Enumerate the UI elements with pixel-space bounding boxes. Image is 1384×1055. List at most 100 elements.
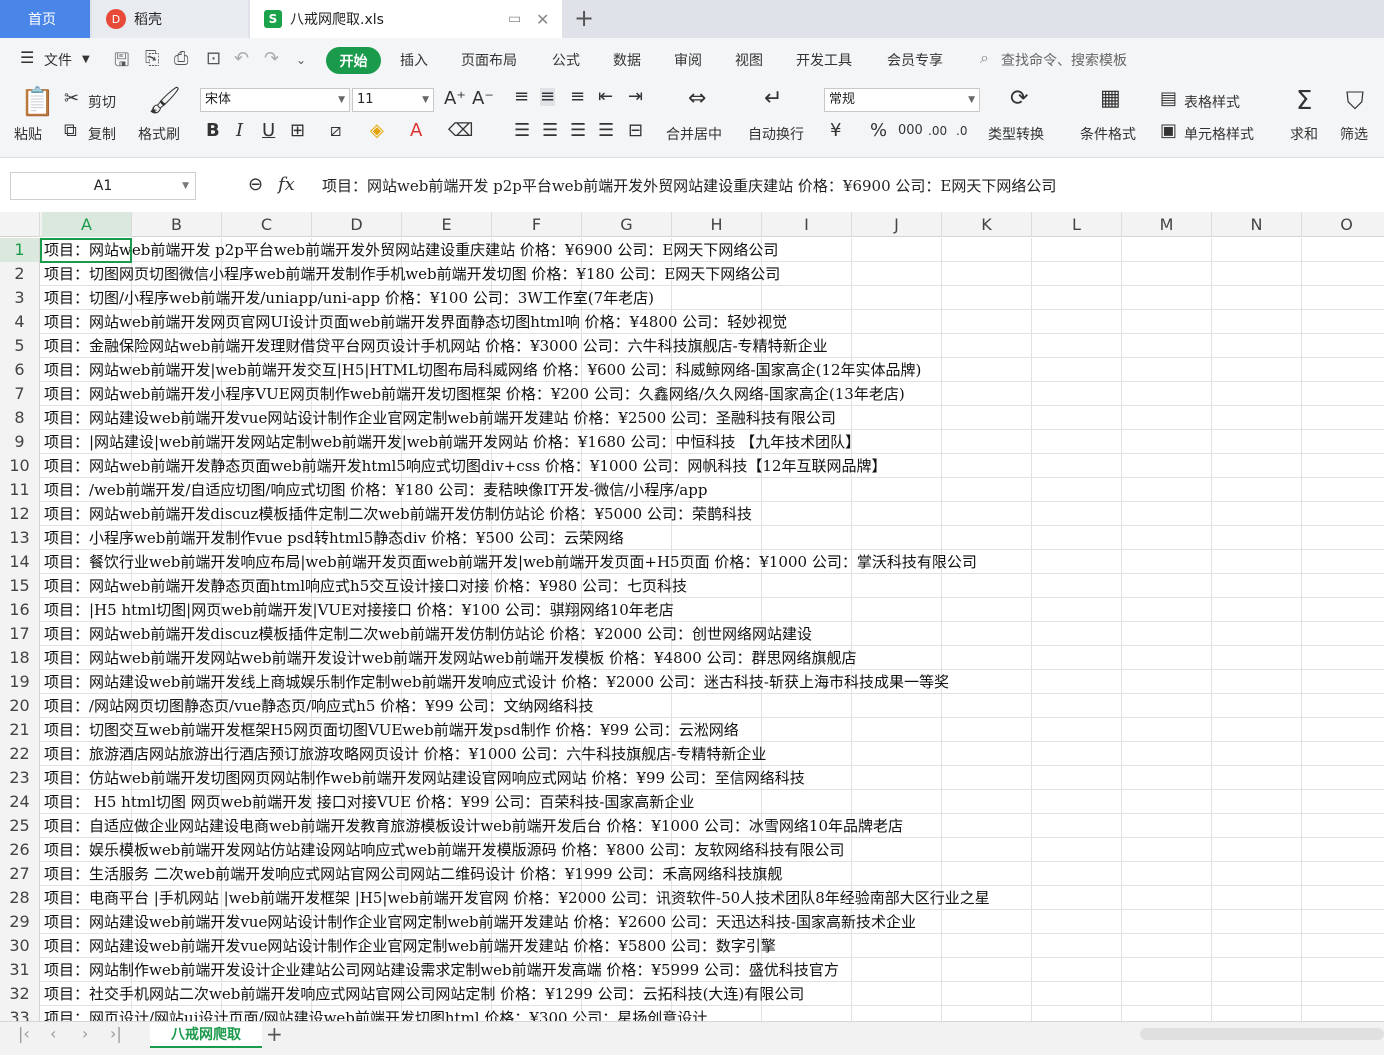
preview-icon[interactable]: ⊡ (206, 48, 221, 69)
column-header[interactable]: L (1032, 212, 1122, 237)
brush-icon[interactable]: 🖌 (148, 88, 181, 114)
name-box[interactable]: A1 ▼ (10, 172, 196, 200)
cell-style-icon[interactable]: ⧄ (330, 122, 341, 140)
row-header[interactable]: 6 (0, 358, 40, 382)
menu-file[interactable]: 文件 (44, 50, 72, 70)
cell-text[interactable]: 项目：/web前端开发/自适应切图/响应式切图 价格：¥180 公司：麦秸映像I… (44, 478, 707, 502)
column-header[interactable]: H (672, 212, 762, 237)
undo-icon[interactable]: ↶ (234, 48, 249, 69)
column-header[interactable]: N (1212, 212, 1302, 237)
tab-review[interactable]: 审阅 (674, 50, 702, 70)
save-icon[interactable]: 🖫 (114, 48, 129, 78)
cell-text[interactable]: 项目：电商平台 |手机网站 |web前端开发框架 |H5|web前端开发官网 价… (44, 886, 990, 910)
row-header[interactable]: 1 (0, 238, 40, 262)
conditional-format-icon[interactable]: ▦ (1100, 88, 1121, 110)
cell-text[interactable]: 项目：网站web前端开发静态页面html响应式h5交互设计接口对接 价格：¥98… (44, 574, 687, 598)
indent-increase-icon[interactable]: ⇥ (628, 88, 643, 106)
row-header[interactable]: 20 (0, 694, 40, 718)
cell-text[interactable]: 项目：|网站建设|web前端开发网站定制web前端开发|web前端开发网站 价格… (44, 430, 860, 454)
cell-text[interactable]: 项目：餐饮行业web前端开发响应布局|web前端开发页面web前端开发|web前… (44, 550, 977, 574)
zoom-icon[interactable]: ⊖ (248, 176, 263, 194)
window-icon[interactable]: ▭ (508, 11, 521, 27)
italic-icon[interactable]: I (236, 122, 243, 140)
row-header[interactable]: 4 (0, 310, 40, 334)
cell-text[interactable]: 项目：网站建设web前端开发vue网站设计制作企业官网定制web前端开发建站 价… (44, 910, 916, 934)
next-sheet-icon[interactable]: › (82, 1024, 88, 1043)
tab-data[interactable]: 数据 (613, 50, 641, 70)
row-header[interactable]: 18 (0, 646, 40, 670)
formula-input[interactable]: 项目：网站web前端开发 p2p平台web前端开发外贸网站建设重庆建站 价格：¥… (322, 175, 1056, 196)
column-header[interactable]: B (132, 212, 222, 237)
row-header[interactable]: 14 (0, 550, 40, 574)
row-header[interactable]: 24 (0, 790, 40, 814)
cell-text[interactable]: 项目：网页设计/网站ui设计页面/网站建设web前端开发切图html 价格：¥3… (44, 1006, 707, 1021)
table-style-button[interactable]: 表格样式 (1184, 92, 1240, 112)
last-sheet-icon[interactable]: ›| (110, 1024, 122, 1043)
column-header[interactable]: J (852, 212, 942, 237)
add-sheet-icon[interactable]: + (266, 1022, 283, 1046)
cell-style-button[interactable]: 单元格样式 (1184, 124, 1254, 144)
underline-icon[interactable]: U (262, 122, 275, 140)
first-sheet-icon[interactable]: |‹ (18, 1024, 30, 1043)
row-header[interactable]: 26 (0, 838, 40, 862)
cell-text[interactable]: 项目：网站web前端开发小程序VUE网页制作web前端开发切图框架 价格：¥20… (44, 382, 905, 406)
distribute-icon[interactable]: ⊟ (628, 122, 643, 140)
row-header[interactable]: 22 (0, 742, 40, 766)
currency-icon[interactable]: ¥ (830, 122, 841, 140)
cell-text[interactable]: 项目：社交手机网站二次web前端开发响应式网站官网公司网站定制 价格：¥1299… (44, 982, 804, 1006)
cell-text[interactable]: 项目：网站web前端开发静态页面web前端开发html5响应式切图div+css… (44, 454, 886, 478)
border-icon[interactable]: ⊞ (290, 122, 305, 140)
align-left-icon[interactable]: ☰ (514, 122, 530, 140)
selected-cell-a1[interactable] (40, 238, 132, 263)
bold-icon[interactable]: B (206, 122, 220, 140)
cell-text[interactable]: 项目：网站web前端开发网站web前端开发设计web前端开发网站web前端开发模… (44, 646, 857, 670)
type-convert-icon[interactable]: ⟳ (1010, 88, 1028, 110)
search-icon[interactable]: ⌕ (980, 48, 989, 68)
close-icon[interactable]: ✕ (536, 10, 549, 29)
row-header[interactable]: 13 (0, 526, 40, 550)
clear-format-icon[interactable]: ⌫ (448, 122, 473, 140)
row-header[interactable]: 2 (0, 262, 40, 286)
row-header[interactable]: 28 (0, 886, 40, 910)
cell-text[interactable]: 项目：网站制作web前端开发设计企业建站公司网站建设需求定制web前端开发高端 … (44, 958, 839, 982)
row-header[interactable]: 7 (0, 382, 40, 406)
font-grow-icon[interactable]: A⁺ (444, 90, 466, 108)
column-header[interactable]: E (402, 212, 492, 237)
align-middle-icon[interactable]: ≡ (540, 88, 556, 106)
row-header[interactable]: 23 (0, 766, 40, 790)
row-header[interactable]: 33 (0, 1006, 40, 1021)
number-format-select[interactable]: 常规 ▼ (824, 88, 980, 112)
row-header[interactable]: 21 (0, 718, 40, 742)
sum-icon[interactable]: Σ (1296, 88, 1312, 114)
chevron-down-icon[interactable]: ▼ (82, 54, 90, 65)
cell-text[interactable]: 项目：切图/小程序web前端开发/uniapp/uni-app 价格：¥100 … (44, 286, 654, 310)
sheet-tab[interactable]: 八戒网爬取 (150, 1022, 262, 1048)
cell-text[interactable]: 项目：自适应做企业网站建设电商web前端开发教育旅游模板设计web前端开发后台 … (44, 814, 903, 838)
paste-button[interactable]: 粘贴 (14, 124, 42, 144)
row-header[interactable]: 17 (0, 622, 40, 646)
tab-home[interactable]: 首页 (0, 0, 90, 38)
tab-start[interactable]: 开始 (326, 47, 381, 74)
merge-center-icon[interactable]: ⇔ (688, 88, 706, 110)
merge-center-button[interactable]: 合并居中 (666, 124, 722, 144)
wrap-text-button[interactable]: 自动换行 (748, 124, 804, 144)
search-command[interactable]: 查找命令、搜索模板 (1001, 50, 1127, 70)
font-size-select[interactable]: 11 ▼ (352, 88, 434, 112)
filter-icon[interactable]: ⛉ (1346, 88, 1364, 114)
scissors-icon[interactable]: ✂ (64, 90, 79, 108)
font-shrink-icon[interactable]: A⁻ (472, 90, 494, 108)
cell-text[interactable]: 项目：切图网页切图微信小程序web前端开发制作手机web前端开发切图 价格：¥1… (44, 262, 780, 286)
export-icon[interactable]: ⎘ (145, 48, 159, 69)
decrease-decimal-icon[interactable]: .0 (956, 122, 967, 140)
cell-text[interactable]: 项目：|H5 html切图|网页web前端开发|VUE对接接口 价格：¥100 … (44, 598, 674, 622)
row-header[interactable]: 12 (0, 502, 40, 526)
customize-icon[interactable]: ⌄ (296, 53, 306, 67)
wrap-text-icon[interactable]: ↵ (764, 88, 782, 110)
font-family-select[interactable]: 宋体 ▼ (200, 88, 350, 112)
row-header[interactable]: 5 (0, 334, 40, 358)
align-bottom-icon[interactable]: ≡ (570, 88, 585, 106)
print-icon[interactable]: ⎙ (174, 48, 188, 69)
row-header[interactable]: 32 (0, 982, 40, 1006)
cell-text[interactable]: 项目：生活服务 二次web前端开发响应式网站官网公司网站二维码设计 价格：¥19… (44, 862, 782, 886)
format-painter-button[interactable]: 格式刷 (138, 124, 180, 144)
